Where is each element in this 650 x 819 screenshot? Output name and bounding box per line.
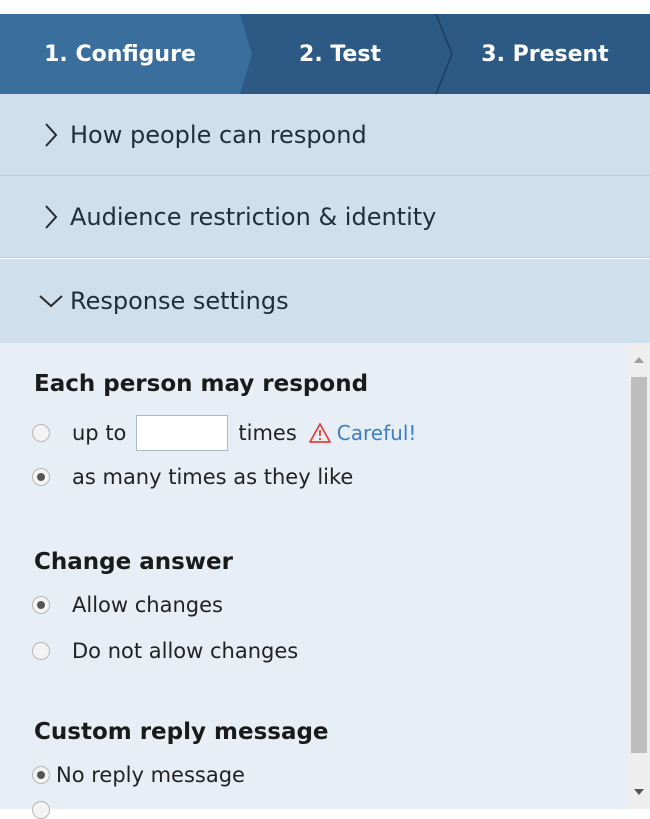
top-strip (0, 0, 650, 14)
radio-no-reply[interactable] (32, 766, 50, 784)
response-settings-content: Each person may respond up to times Care… (0, 343, 628, 819)
do-not-allow-label: Do not allow changes (72, 639, 299, 663)
radio-next[interactable] (32, 801, 50, 819)
radio-up-to[interactable] (32, 424, 50, 442)
accordion-audience-restriction[interactable]: Audience restriction & identity (0, 176, 650, 258)
option-no-reply: No reply message (32, 763, 245, 787)
custom-reply-heading: Custom reply message (34, 719, 329, 745)
no-reply-label: No reply message (56, 763, 245, 787)
as-many-label: as many times as they like (72, 465, 354, 489)
scrollbar[interactable] (628, 343, 650, 809)
warning-icon (308, 422, 331, 444)
accordion-label: Audience restriction & identity (70, 202, 437, 231)
up-to-label: up to (72, 421, 127, 445)
times-input[interactable] (136, 415, 229, 451)
option-next-partial (32, 801, 50, 819)
scroll-up-arrow-icon[interactable] (628, 343, 650, 377)
radio-do-not-allow[interactable] (32, 642, 50, 660)
option-up-to: up to times Careful! (32, 415, 416, 451)
chevron-right-icon (34, 197, 68, 237)
option-as-many: as many times as they like (32, 465, 353, 489)
allow-changes-label: Allow changes (72, 593, 223, 617)
chevron-down-icon (34, 281, 68, 321)
times-label: times (238, 421, 297, 445)
accordion-response-settings[interactable]: Response settings (0, 259, 650, 343)
accordion-how-people-can-respond[interactable]: How people can respond (0, 94, 650, 176)
careful-link[interactable]: Careful! (337, 421, 417, 445)
scrollbar-thumb[interactable] (631, 377, 647, 753)
option-do-not-allow: Do not allow changes (32, 639, 298, 663)
chevron-right-icon (34, 115, 68, 155)
option-allow-changes: Allow changes (32, 593, 223, 617)
step-tabs: 1. Configure 2. Test 3. Present (0, 14, 650, 94)
radio-as-many[interactable] (32, 468, 50, 486)
accordion-label: How people can respond (70, 120, 367, 149)
each-person-heading: Each person may respond (34, 371, 369, 397)
change-answer-heading: Change answer (34, 549, 233, 575)
title-fragment (318, 0, 370, 8)
scroll-down-arrow-icon[interactable] (628, 775, 650, 809)
step-separator-arrows (224, 14, 454, 94)
accordion-label: Response settings (70, 287, 289, 315)
response-settings-panel: Each person may respond up to times Care… (0, 343, 650, 819)
radio-allow-changes[interactable] (32, 596, 50, 614)
